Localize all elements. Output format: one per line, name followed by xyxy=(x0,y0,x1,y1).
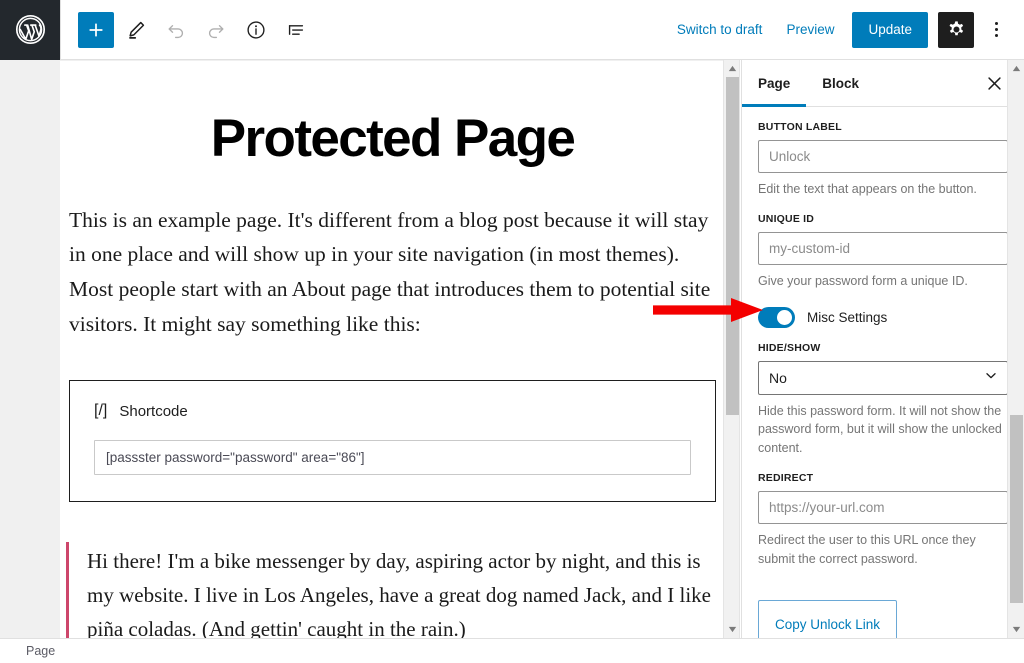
shortcode-block[interactable]: [/] Shortcode [passster password="passwo… xyxy=(69,379,716,502)
field-hide-show: HIDE/SHOW No Hide this password form. It… xyxy=(758,342,1008,458)
tab-page[interactable]: Page xyxy=(742,60,807,107)
editor-toolbar: Switch to draft Preview Update xyxy=(0,0,1024,60)
redirect-input[interactable] xyxy=(758,490,1008,524)
more-dots xyxy=(994,22,998,37)
hide-show-select-wrap: No xyxy=(758,360,1008,395)
wordpress-logo-icon[interactable] xyxy=(0,0,60,60)
button-label-label: BUTTON LABEL xyxy=(758,121,842,133)
wordpress-block-editor: Switch to draft Preview Update Protected… xyxy=(0,0,1024,663)
redirect-label: REDIRECT xyxy=(758,471,814,484)
add-block-button[interactable] xyxy=(78,11,114,48)
unique-id-help: Give your password form a unique ID. xyxy=(758,273,968,288)
status-bar: Page xyxy=(0,638,1024,663)
misc-settings-toggle[interactable] xyxy=(758,306,795,328)
more-options-icon[interactable] xyxy=(980,12,1012,48)
switch-to-draft-button[interactable]: Switch to draft xyxy=(665,14,775,45)
field-misc-settings: Misc Settings xyxy=(758,306,1008,328)
preview-button[interactable]: Preview xyxy=(774,14,846,45)
hide-show-help: Hide this password form. It will not sho… xyxy=(758,403,1002,456)
shortcode-icon: [/] xyxy=(94,402,108,420)
sidebar-scroll-down-icon[interactable] xyxy=(1008,621,1024,638)
page-title[interactable]: Protected Page xyxy=(64,111,721,167)
post-content-canvas[interactable]: Protected Page This is an example page. … xyxy=(60,60,725,638)
editor-canvas-area: Protected Page This is an example page. … xyxy=(0,60,740,638)
quote-block[interactable]: Hi there! I'm a bike messenger by day, a… xyxy=(66,541,716,638)
sidebar-scroll-up-icon[interactable] xyxy=(1008,60,1024,77)
shortcode-input[interactable]: [passster password="password" area="86"] xyxy=(94,439,691,475)
field-button-label: BUTTON LABEL Edit the text that appears … xyxy=(758,121,1008,199)
list-view-icon[interactable] xyxy=(278,12,314,48)
undo-icon[interactable] xyxy=(158,12,194,48)
misc-settings-label: Misc Settings xyxy=(807,309,888,325)
gear-icon[interactable] xyxy=(938,11,974,48)
toolbar-right-group: Switch to draft Preview Update xyxy=(665,11,1024,48)
details-info-icon[interactable] xyxy=(238,12,274,48)
tools-pencil-icon[interactable] xyxy=(118,12,154,48)
shortcode-block-header: [/] Shortcode xyxy=(94,403,691,420)
hide-show-label: HIDE/SHOW xyxy=(758,341,821,354)
button-label-input[interactable] xyxy=(758,140,1008,173)
hide-show-select[interactable]: No xyxy=(758,360,1008,395)
toolbar-left-group xyxy=(61,11,314,48)
shortcode-block-title: Shortcode xyxy=(119,402,188,420)
scroll-down-icon[interactable] xyxy=(724,621,741,638)
redirect-help: Redirect the user to this URL once they … xyxy=(758,532,976,566)
canvas-scrollbar[interactable] xyxy=(723,60,740,638)
intro-paragraph[interactable]: This is an example page. It's different … xyxy=(64,203,721,342)
sidebar-panel-body: BUTTON LABEL Edit the text that appears … xyxy=(742,107,1024,638)
scroll-up-icon[interactable] xyxy=(724,60,741,77)
redo-icon[interactable] xyxy=(198,12,234,48)
canvas-scrollbar-thumb[interactable] xyxy=(726,77,739,415)
tab-block[interactable]: Block xyxy=(806,60,875,106)
sidebar-tabs: Page Block xyxy=(742,60,1024,107)
unique-id-input[interactable] xyxy=(758,231,1008,265)
status-bar-label: Page xyxy=(26,644,56,658)
field-unique-id: UNIQUE ID Give your password form a uniq… xyxy=(758,213,1008,291)
unique-id-label: UNIQUE ID xyxy=(758,212,815,225)
settings-sidebar: Page Block BUTTON LABEL Edit the text th… xyxy=(741,60,1024,638)
button-label-help: Edit the text that appears on the button… xyxy=(758,182,977,196)
sidebar-scrollbar-thumb[interactable] xyxy=(1010,415,1023,603)
field-redirect: REDIRECT Redirect the user to this URL o… xyxy=(758,472,1008,569)
copy-unlock-link-button[interactable]: Copy Unlock Link xyxy=(758,600,898,638)
sidebar-scrollbar[interactable] xyxy=(1007,60,1024,638)
toggle-knob xyxy=(777,309,792,325)
quote-text[interactable]: Hi there! I'm a bike messenger by day, a… xyxy=(87,544,716,638)
update-button[interactable]: Update xyxy=(852,11,928,48)
